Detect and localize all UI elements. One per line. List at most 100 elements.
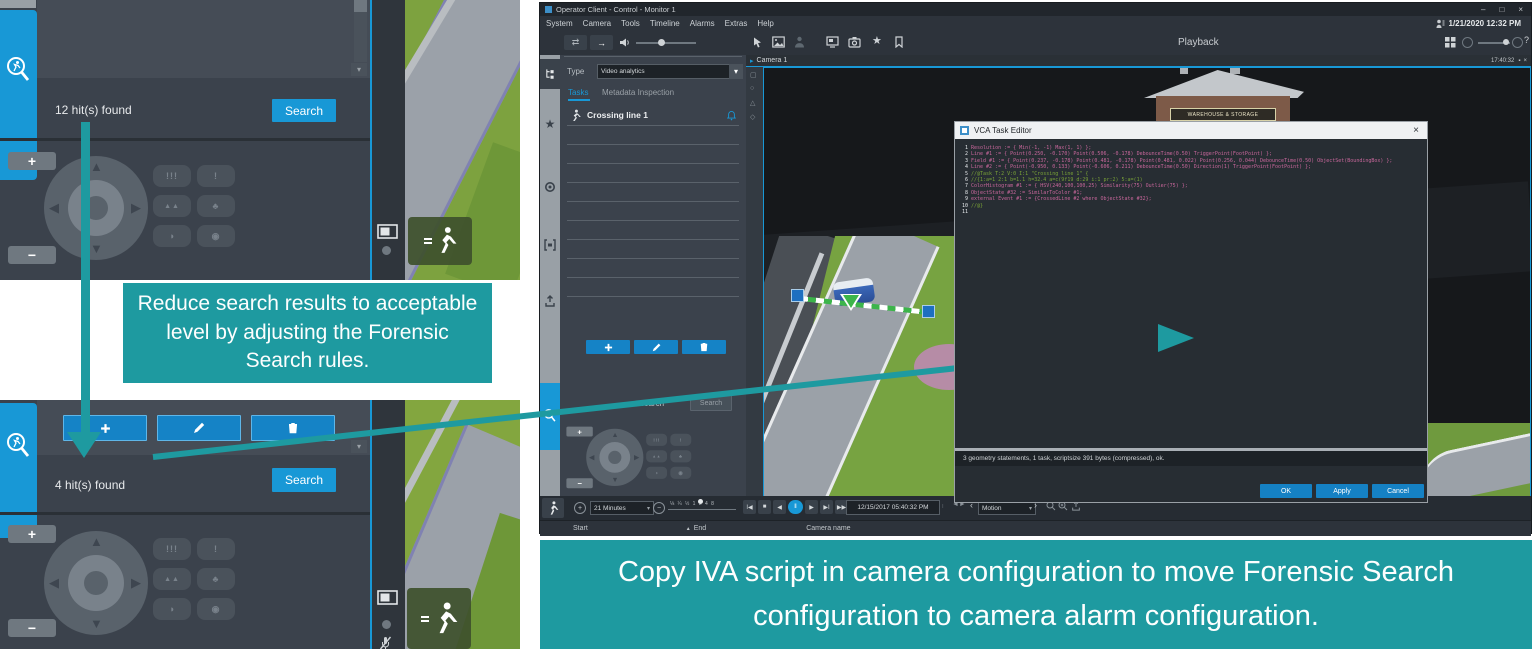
search-button[interactable]: Search xyxy=(272,99,336,122)
iris-close-button[interactable] xyxy=(153,598,191,620)
minimize-button[interactable]: – xyxy=(1481,5,1485,14)
zoom-out-view-icon[interactable] xyxy=(1462,37,1473,48)
menu-tools[interactable]: Tools xyxy=(621,19,640,28)
cancel-button[interactable]: Cancel xyxy=(1372,484,1424,498)
focus-far-button[interactable] xyxy=(153,538,191,560)
monitor-layout-icon[interactable] xyxy=(377,590,398,605)
monitor-wall-icon[interactable] xyxy=(826,36,839,48)
image-pane-tab[interactable] xyxy=(540,239,560,251)
zoom-in-view-icon[interactable] xyxy=(1512,37,1523,48)
timestamp-field[interactable]: 12/15/2017 05:40:32 PM xyxy=(846,500,940,515)
iris-open-button[interactable] xyxy=(197,225,235,247)
zoom-in-button[interactable]: + xyxy=(566,427,592,437)
ptz-right-icon[interactable]: ▶ xyxy=(634,454,640,461)
favorites-tab[interactable]: ★ xyxy=(540,117,560,131)
column-camera-name[interactable]: Camera name xyxy=(806,525,850,532)
type-dropdown-arrow[interactable]: ▾ xyxy=(729,64,743,79)
speed-handle[interactable] xyxy=(698,499,703,504)
ptz-joystick[interactable]: ▲ ▼ ◀ ▶ xyxy=(586,429,643,486)
menu-help[interactable]: Help xyxy=(757,19,773,28)
menu-system[interactable]: System xyxy=(546,19,573,28)
prev-event-button[interactable]: I◀ xyxy=(743,500,756,514)
zoom-out-button[interactable]: − xyxy=(8,246,56,264)
ptz-up-icon[interactable]: ▲ xyxy=(90,160,103,173)
select-tool-icon[interactable] xyxy=(752,36,764,49)
edit-rule-button[interactable] xyxy=(157,415,241,441)
ptz-right-icon[interactable]: ▶ xyxy=(131,576,141,589)
ptz-left-icon[interactable]: ◀ xyxy=(49,201,59,214)
next-event-button[interactable]: ▶I xyxy=(820,500,833,514)
focus-near-button[interactable] xyxy=(197,538,235,560)
volume-slider-handle[interactable] xyxy=(658,39,665,46)
mic-muted-icon[interactable] xyxy=(379,636,392,649)
menu-camera[interactable]: Camera xyxy=(583,19,611,28)
collapse-button[interactable]: ▾ xyxy=(351,63,367,76)
play-back-button[interactable]: ◀ xyxy=(773,500,786,514)
bell-icon[interactable] xyxy=(727,110,736,121)
iris-close-button[interactable] xyxy=(646,467,667,479)
person-detection-badge[interactable] xyxy=(408,217,472,265)
focus-far-button[interactable] xyxy=(153,165,191,187)
alarm-person-button[interactable] xyxy=(542,498,564,518)
range-dropdown[interactable]: 21 Minutes xyxy=(590,501,654,515)
line-handle[interactable] xyxy=(922,305,935,318)
ptz-center-dot[interactable] xyxy=(608,451,621,464)
ptz-down-icon[interactable]: ▼ xyxy=(612,476,619,483)
add-task-button[interactable] xyxy=(586,340,630,354)
column-start[interactable]: Start xyxy=(573,525,588,532)
defog-button[interactable] xyxy=(197,568,235,590)
column-end[interactable]: End xyxy=(694,525,706,532)
zoom-out-button[interactable]: − xyxy=(566,478,592,488)
map-tab[interactable] xyxy=(540,181,560,193)
person-detection-badge[interactable] xyxy=(407,588,471,649)
frame-icon[interactable]: ▢ xyxy=(750,71,757,79)
task-row[interactable]: Crossing line 1 xyxy=(564,105,742,125)
move-icon[interactable]: △ xyxy=(750,99,755,107)
help-icon[interactable]: ? xyxy=(1524,35,1529,45)
scrollbar-thumb[interactable] xyxy=(354,0,367,12)
speaker-icon[interactable] xyxy=(619,37,631,48)
tab-metadata-inspection[interactable]: Metadata Inspection xyxy=(602,88,674,97)
logical-tree-tab[interactable] xyxy=(540,59,560,89)
favorite-star-icon[interactable]: ★ xyxy=(872,34,882,47)
script-editor[interactable]: Resolution := { Min(-1, -1) Max(1, 1) };… xyxy=(959,145,1423,445)
zoom-in-button[interactable]: + xyxy=(8,152,56,170)
direction-arrow[interactable] xyxy=(843,295,859,308)
snapshot-camera-icon[interactable] xyxy=(848,36,861,48)
ptz-down-icon[interactable]: ▼ xyxy=(90,617,103,630)
play-forward-button[interactable]: → xyxy=(590,35,613,50)
range-decrease-button[interactable]: + xyxy=(574,502,586,514)
collapse-button[interactable]: ▾ xyxy=(351,440,367,453)
tab-tasks[interactable]: Tasks xyxy=(568,88,588,97)
monitor-layout-icon[interactable] xyxy=(377,224,398,239)
zoom-out-button[interactable]: − xyxy=(8,619,56,637)
dialog-title-bar[interactable]: VCA Task Editor × xyxy=(955,122,1427,139)
menu-timeline[interactable]: Timeline xyxy=(650,19,680,28)
defog-button[interactable] xyxy=(197,195,235,217)
ptz-joystick[interactable]: ▲ ▼ ◀ ▶ xyxy=(44,531,148,635)
speed-scale[interactable]: ⅛ ¼ ½ 1 2 4 8 xyxy=(670,501,715,507)
menu-alarms[interactable]: Alarms xyxy=(690,19,715,28)
layout-grid-icon[interactable] xyxy=(1445,37,1456,48)
backlight-button[interactable] xyxy=(153,568,191,590)
export-tab[interactable] xyxy=(540,295,560,307)
focus-near-button[interactable] xyxy=(670,434,691,446)
pause-button[interactable]: ‖ xyxy=(788,500,803,514)
menu-extras[interactable]: Extras xyxy=(725,19,748,28)
ptz-down-icon[interactable]: ▼ xyxy=(90,242,103,255)
focus-near-button[interactable] xyxy=(197,165,235,187)
focus-far-button[interactable] xyxy=(646,434,667,446)
filter-dropdown[interactable]: Motion xyxy=(978,501,1036,515)
ptz-left-icon[interactable]: ◀ xyxy=(49,576,59,589)
ptz-up-icon[interactable]: ▲ xyxy=(90,535,103,548)
iris-open-button[interactable] xyxy=(197,598,235,620)
backlight-button[interactable] xyxy=(646,450,667,462)
ptz-center-dot[interactable] xyxy=(84,571,108,595)
dialog-close-button[interactable]: × xyxy=(1413,125,1427,136)
defog-button[interactable] xyxy=(670,450,691,462)
volume-slider[interactable] xyxy=(636,42,696,44)
close-tile-icon[interactable]: × xyxy=(1523,58,1531,64)
bookmark-icon[interactable] xyxy=(894,36,904,48)
backlight-button[interactable] xyxy=(153,195,191,217)
search-button[interactable]: Search xyxy=(272,468,336,492)
